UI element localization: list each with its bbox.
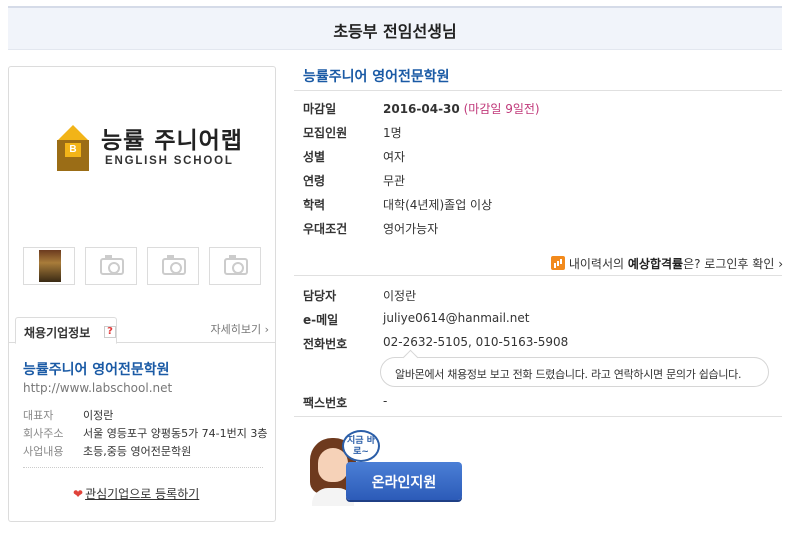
detail-key: 학력 [303,198,326,212]
company-tab-row: 채용기업정보 ? 자세히보기 › [9,315,275,344]
photo-image [39,250,61,282]
detail-key: 우대조건 [303,222,348,236]
camera-icon [100,255,124,275]
pass-rate-prefix: 내이력서의 [568,257,625,271]
contact-key: 팩스번호 [303,396,348,410]
company-logo: B 능률 주니어랩 ENGLISH SCHOOL [53,119,243,179]
info-value: 서울 영등포구 양평동5가 74-1번지 3층 [83,427,268,440]
info-value: 초등,중등 영어전문학원 [83,445,192,458]
detail-key: 성별 [303,150,326,164]
camera-icon [162,255,186,275]
online-apply-button[interactable]: 온라인지원 [346,462,462,500]
online-apply-banner[interactable]: 지금 바로~ 온라인지원 [300,428,464,506]
detail-link[interactable]: 자세히보기 › [210,321,269,337]
detail-value: 여자 [383,150,406,164]
add-interest-label: 관심기업으로 등록하기 [85,487,200,501]
contact-key: e-메일 [303,313,339,327]
chart-icon [550,256,565,270]
pass-rate-link[interactable]: 내이력서의 예상합격률은? 로그인후 확인 › [550,255,783,272]
chevron-right-icon: › [778,257,783,271]
photo-placeholder[interactable] [147,247,199,285]
info-value: 이정란 [83,409,114,422]
detail-value: 대학(4년제)졸업 이상 [383,198,493,212]
photo-thumbnails [23,247,263,287]
heart-icon: ❤ [73,487,84,501]
detail-link-label: 자세히보기 [210,323,262,336]
company-name-link[interactable]: 능률주니어 영어전문학원 [23,359,170,379]
info-key: 사업내용 [23,445,64,458]
contact-value: - [383,394,388,408]
detail-value: 2016-04-30 (마감일 9일전) [383,100,540,117]
photo-placeholder[interactable] [85,247,137,285]
page-header: 초등부 전임선생님 [8,6,782,50]
page-title: 초등부 전임선생님 [333,22,457,41]
divider [23,467,263,468]
deadline-date: 2016-04-30 [383,102,460,116]
phone-tip-text: 알바몬에서 채용정보 보고 전화 드렸습니다. 라고 연락하시면 문의가 쉽습니… [395,368,742,381]
tab-company-info[interactable]: 채용기업정보 ? [15,317,117,344]
camera-icon [224,255,248,275]
contact-phone: 02-2632-5105, 010-5163-5908 [383,335,569,349]
deadline-note: (마감일 9일전) [463,102,540,116]
info-key: 회사주소 [23,427,64,440]
pass-rate-strong: 예상합격률 [627,257,684,271]
speech-bubble: 지금 바로~ [342,430,380,462]
detail-key: 모집인원 [303,126,348,140]
divider [294,90,782,91]
divider [294,275,782,276]
photo-placeholder[interactable] [209,247,261,285]
divider [294,416,782,417]
photo-thumbnail[interactable] [23,247,75,285]
detail-key: 마감일 [303,102,337,116]
contact-value: 이정란 [383,289,417,303]
house-logo-icon: B [57,125,89,171]
tab-company-info-label: 채용기업정보 [24,326,91,340]
logo-english-text: ENGLISH SCHOOL [105,155,234,167]
academy-title-link[interactable]: 능률주니어 영어전문학원 [303,66,450,86]
logo-korean-text: 능률 주니어랩 [101,128,243,154]
contact-key: 담당자 [303,289,337,303]
chevron-right-icon: › [264,323,269,336]
online-apply-label: 온라인지원 [371,475,437,491]
contact-key: 전화번호 [303,337,348,351]
detail-value: 1명 [383,126,402,140]
question-icon[interactable]: ? [104,326,116,338]
detail-value: 무관 [383,174,406,188]
pass-rate-suffix: 은? 로그인후 확인 [683,257,775,271]
company-panel: B 능률 주니어랩 ENGLISH SCHOOL 채용기업정보 ? 자세히보기 … [8,66,276,522]
info-key: 대표자 [23,409,54,422]
detail-key: 연령 [303,174,326,188]
phone-tip-bubble: 알바몬에서 채용정보 보고 전화 드렸습니다. 라고 연락하시면 문의가 쉽습니… [380,357,769,387]
contact-email[interactable]: juliye0614@hanmail.net [383,311,529,325]
detail-value: 영어가능자 [383,222,439,236]
company-url-link[interactable]: http://www.labschool.net [23,381,172,395]
logo-badge: B [65,143,81,157]
add-interest-company-link[interactable]: ❤ 관심기업으로 등록하기 [73,485,199,502]
